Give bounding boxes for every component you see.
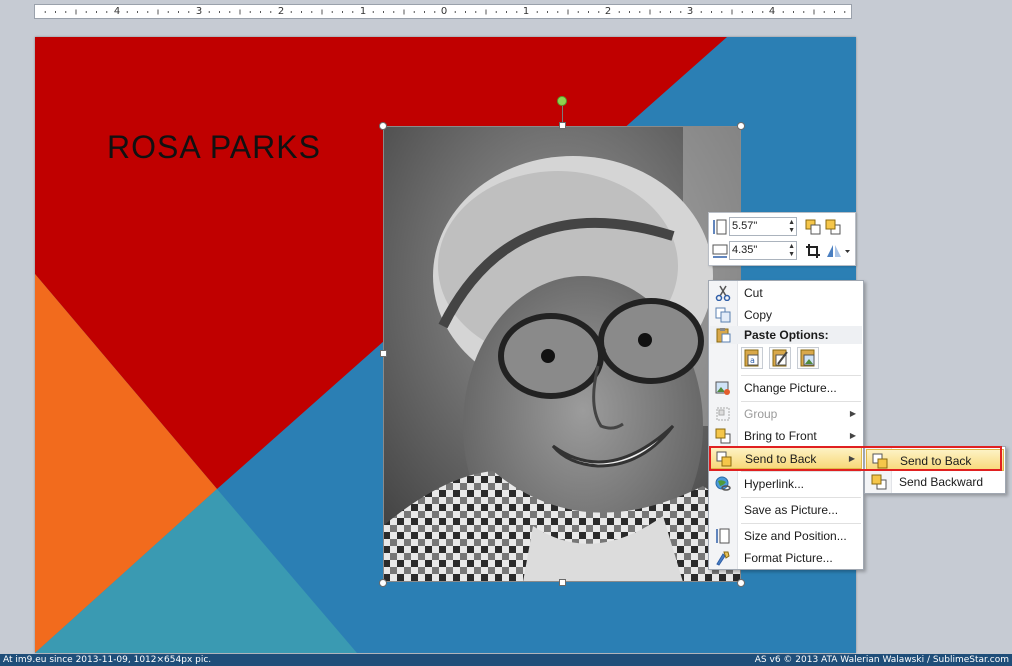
resize-handle-left[interactable] — [380, 350, 387, 357]
paste-theme-icon: a — [744, 349, 759, 367]
mini-toolbar: 5.57" ▲ ▼ 4.35" ▲ ▼ — [708, 212, 856, 266]
ruler-label: 1 — [359, 6, 367, 17]
submenu-item-send-backward[interactable]: Send Backward — [866, 471, 1004, 493]
watermark-left-text: At im9.eu since 2013-11-09, 1012×654px p… — [3, 655, 212, 665]
paste-keep-format-icon — [772, 349, 788, 367]
resize-handle-top-right[interactable] — [737, 122, 745, 130]
watermark-bar: At im9.eu since 2013-11-09, 1012×654px p… — [0, 654, 1012, 666]
scissors-icon — [715, 285, 731, 301]
menu-item-label: Hyperlink... — [744, 477, 805, 491]
send-to-back-submenu: Send to Back Send Backward — [864, 446, 1006, 494]
paste-options-label: Paste Options: — [744, 328, 829, 342]
submenu-item-send-to-back[interactable]: Send to Back — [866, 449, 1004, 471]
portrait-image — [383, 126, 741, 582]
submenu-arrow-icon: ▶ — [849, 431, 856, 440]
menu-item-label: Cut — [744, 286, 763, 300]
width-row: 4.35" ▲ ▼ — [711, 240, 851, 262]
resize-handle-top[interactable] — [559, 122, 566, 129]
crop-icon[interactable] — [805, 243, 821, 259]
menu-separator — [741, 497, 861, 498]
ruler-label: 2 — [604, 6, 612, 17]
menu-separator — [741, 401, 861, 402]
menu-item-label: Send to Back — [745, 452, 817, 466]
paste-icon — [716, 328, 731, 343]
submenu-item-label: Send to Back — [900, 454, 972, 468]
menu-item-copy[interactable]: Copy — [710, 304, 862, 326]
width-value: 4.35" — [732, 244, 758, 256]
change-picture-icon — [715, 381, 730, 395]
resize-handle-bottom-right[interactable] — [737, 579, 745, 587]
menu-separator — [741, 523, 861, 524]
paste-keep-source-formatting-button[interactable] — [769, 347, 791, 369]
bring-forward-icon[interactable] — [805, 219, 821, 235]
ruler-label: 2 — [277, 6, 285, 17]
resize-handle-bottom[interactable] — [559, 579, 566, 586]
shape-width-icon — [712, 244, 728, 258]
menu-item-hyperlink[interactable]: Hyperlink... — [710, 473, 862, 495]
watermark-right-text: AS v6 © 2013 ATA Walerian Walawski / Sub… — [754, 655, 1009, 665]
menu-item-size-and-position[interactable]: Size and Position... — [710, 525, 862, 547]
ruler-label: 0 — [440, 6, 448, 17]
slide-title[interactable]: ROSA PARKS — [107, 129, 321, 166]
ruler-label: 3 — [195, 6, 203, 17]
menu-item-save-as-picture[interactable]: Save as Picture... — [710, 499, 862, 521]
ruler-label: 1 — [522, 6, 530, 17]
send-to-back-icon — [716, 451, 732, 467]
svg-text:a: a — [750, 356, 755, 365]
rotate-handle[interactable] — [557, 96, 567, 106]
menu-item-label: Save as Picture... — [744, 503, 839, 517]
menu-item-format-picture[interactable]: Format Picture... — [710, 547, 862, 569]
paste-use-destination-theme-button[interactable]: a — [741, 347, 763, 369]
hyperlink-icon — [715, 476, 731, 491]
format-picture-icon — [716, 551, 730, 566]
send-backward-icon[interactable] — [825, 219, 841, 235]
menu-item-label: Format Picture... — [744, 551, 833, 565]
ruler-label: 3 — [686, 6, 694, 17]
menu-item-group[interactable]: Group ▶ — [710, 403, 862, 425]
menu-item-label: Copy — [744, 308, 773, 322]
shape-height-icon — [713, 219, 727, 235]
paste-picture-icon — [800, 349, 815, 367]
height-value: 5.57" — [732, 220, 758, 232]
send-to-back-icon — [872, 453, 888, 469]
menu-item-label: Size and Position... — [744, 529, 847, 543]
menu-separator — [741, 375, 861, 376]
paste-options-header: Paste Options: — [710, 326, 862, 344]
portrait-picture[interactable] — [383, 126, 741, 582]
submenu-item-label: Send Backward — [899, 475, 984, 489]
size-position-icon — [716, 528, 730, 544]
submenu-arrow-icon: ▶ — [849, 409, 856, 418]
menu-item-change-picture[interactable]: Change Picture... — [710, 377, 862, 399]
spinner-arrows-icon[interactable]: ▲ ▼ — [788, 219, 795, 235]
menu-item-label: Bring to Front — [744, 429, 817, 443]
paste-as-picture-button[interactable] — [797, 347, 819, 369]
height-spinner[interactable]: 5.57" ▲ ▼ — [729, 217, 797, 236]
group-icon — [716, 407, 730, 421]
spinner-arrows-icon[interactable]: ▲ ▼ — [788, 243, 795, 259]
copy-icon — [715, 307, 731, 323]
bring-to-front-icon — [715, 428, 731, 444]
height-row: 5.57" ▲ ▼ — [711, 216, 851, 238]
resize-handle-top-left[interactable] — [379, 122, 387, 130]
ruler-label: 4 — [768, 6, 776, 17]
width-spinner[interactable]: 4.35" ▲ ▼ — [729, 241, 797, 260]
ruler-label: 4 — [113, 6, 121, 17]
context-menu: Cut Copy Paste Options: a Change Picture… — [708, 280, 864, 570]
submenu-arrow-icon: ▶ — [848, 454, 855, 463]
horizontal-ruler: 4 3 2 1 0 1 2 3 4 — [34, 4, 852, 19]
send-backward-icon — [871, 474, 887, 490]
menu-item-bring-to-front[interactable]: Bring to Front ▶ — [710, 425, 862, 447]
menu-item-send-to-back[interactable]: Send to Back ▶ — [710, 447, 862, 469]
rotate-dropdown-icon[interactable] — [825, 243, 851, 259]
menu-item-label: Change Picture... — [744, 381, 837, 395]
menu-separator — [741, 471, 861, 472]
menu-item-label: Group — [744, 407, 778, 421]
menu-item-cut[interactable]: Cut — [710, 282, 862, 304]
resize-handle-bottom-left[interactable] — [379, 579, 387, 587]
